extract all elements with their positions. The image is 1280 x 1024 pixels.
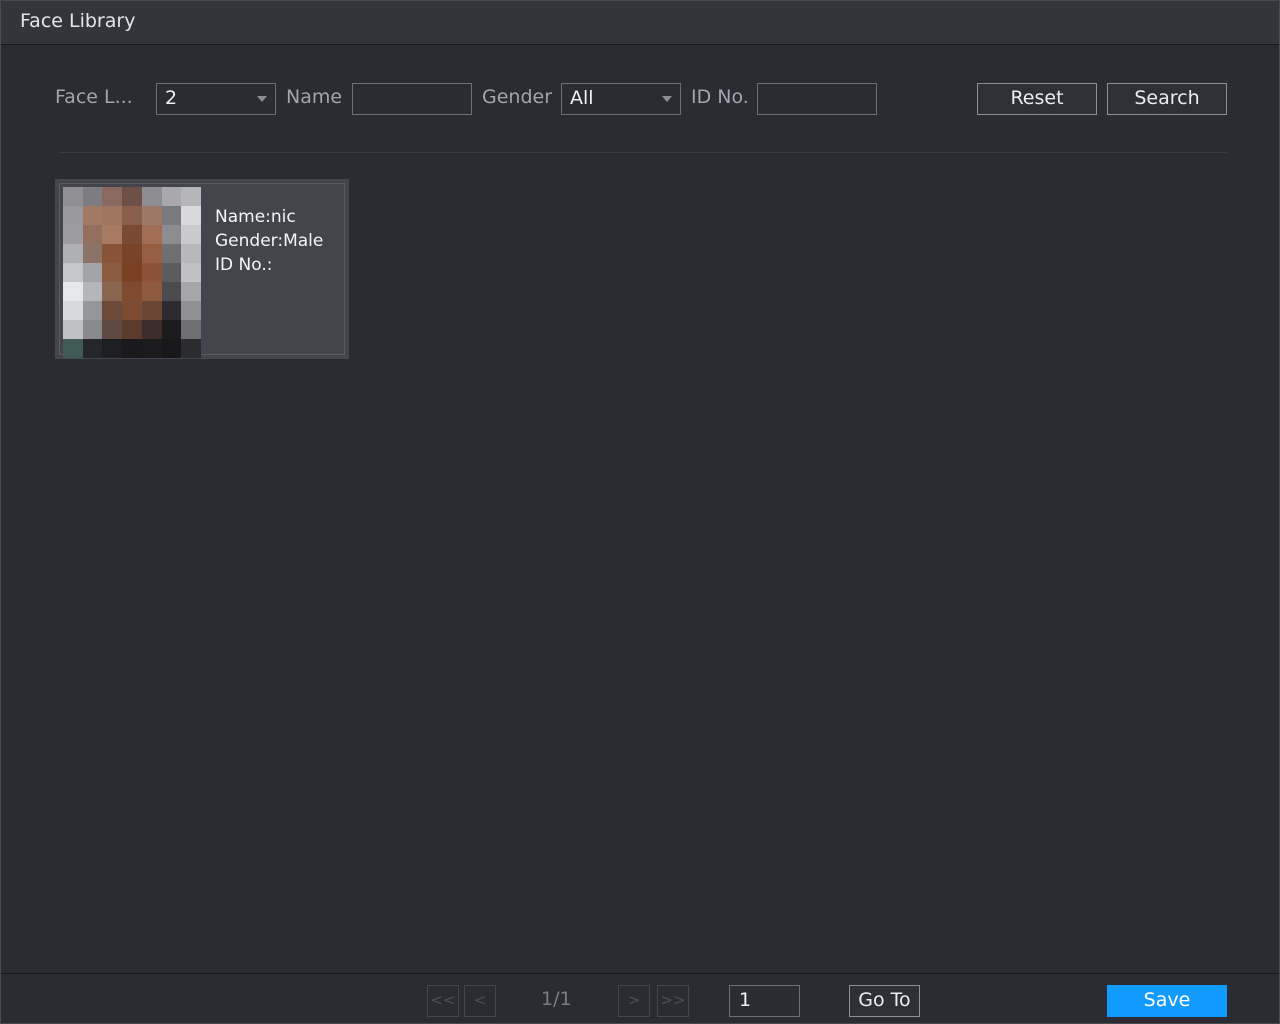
face-thumbnail-pixel	[122, 263, 142, 282]
face-thumbnail-pixel	[122, 320, 142, 339]
face-thumbnail-pixel	[161, 244, 182, 263]
face-thumbnail-pixel	[63, 187, 83, 206]
face-thumbnail-pixel	[141, 320, 162, 339]
id-number-input[interactable]	[766, 84, 876, 114]
reset-button[interactable]: Reset	[977, 83, 1097, 115]
face-thumbnail-pixel	[181, 225, 201, 244]
caret-down-icon	[662, 96, 672, 102]
face-library-select-value: 2	[165, 87, 178, 109]
face-thumbnail-pixel	[102, 301, 123, 320]
name-input[interactable]	[361, 84, 471, 114]
face-thumbnail-pixel	[141, 282, 162, 301]
face-thumbnail-pixel	[102, 187, 123, 206]
next-page-button[interactable]: >	[618, 985, 650, 1017]
face-thumbnail-pixel	[102, 244, 123, 263]
name-label: Name	[286, 86, 343, 108]
face-thumbnail	[63, 187, 201, 358]
page-number-input[interactable]: 1	[729, 985, 800, 1017]
face-thumbnail-pixel	[82, 282, 103, 301]
face-name: Name:nic	[215, 207, 296, 227]
face-thumbnail-pixel	[102, 263, 123, 282]
prev-page-button[interactable]: <	[464, 985, 496, 1017]
window-title: Face Library	[20, 10, 136, 32]
face-gender: Gender:Male	[215, 231, 324, 251]
face-thumbnail-pixel	[63, 339, 83, 358]
face-thumbnail-pixel	[161, 339, 182, 358]
face-thumbnail-pixel	[161, 206, 182, 225]
last-page-button[interactable]: >>	[657, 985, 689, 1017]
search-button[interactable]: Search	[1107, 83, 1227, 115]
face-library-select[interactable]: 2	[156, 83, 276, 115]
face-thumbnail-pixel	[161, 301, 182, 320]
face-card-info: Name:nic Gender:Male ID No.:	[215, 205, 323, 277]
face-thumbnail-pixel	[181, 244, 201, 263]
face-thumbnail-pixel	[63, 206, 83, 225]
caret-down-icon	[257, 96, 267, 102]
footer-bar: << < 1/1 > >> 1 Go To Save	[1, 973, 1279, 1023]
face-thumbnail-pixel	[141, 225, 162, 244]
face-thumbnail-pixel	[63, 263, 83, 282]
face-thumbnail-pixel	[181, 320, 201, 339]
face-thumbnail-pixel	[82, 244, 103, 263]
face-thumbnail-pixel	[63, 244, 83, 263]
face-library-window: Face Library Face L... 2 Name Gender All…	[0, 0, 1280, 1024]
face-thumbnail-pixel	[102, 225, 123, 244]
face-thumbnail-pixel	[161, 320, 182, 339]
face-thumbnail-pixel	[122, 244, 142, 263]
face-thumbnail-pixel	[122, 225, 142, 244]
gender-select-value: All	[570, 87, 594, 109]
face-thumbnail-pixel	[141, 263, 162, 282]
face-thumbnail-pixel	[63, 282, 83, 301]
face-thumbnail-pixel	[63, 225, 83, 244]
face-thumbnail-pixel	[141, 206, 162, 225]
face-thumbnail-pixel	[63, 320, 83, 339]
face-thumbnail-pixel	[63, 301, 83, 320]
title-bar: Face Library	[1, 1, 1279, 45]
face-thumbnail-pixel	[161, 263, 182, 282]
face-thumbnail-pixel	[82, 206, 103, 225]
face-thumbnail-pixel	[82, 339, 103, 358]
face-thumbnail-pixel	[161, 225, 182, 244]
goto-button[interactable]: Go To	[849, 985, 920, 1017]
face-thumbnail-pixel	[122, 301, 142, 320]
face-thumbnail-pixel	[82, 225, 103, 244]
face-thumbnail-pixel	[102, 320, 123, 339]
gender-select[interactable]: All	[561, 83, 681, 115]
face-thumbnail-pixel	[141, 301, 162, 320]
face-thumbnail-pixel	[122, 206, 142, 225]
face-thumbnail-pixel	[181, 206, 201, 225]
face-thumbnail-pixel	[122, 187, 142, 206]
face-thumbnail-pixel	[181, 339, 201, 358]
face-thumbnail-pixel	[181, 282, 201, 301]
face-card[interactable]: Name:nic Gender:Male ID No.:	[55, 179, 349, 359]
face-thumbnail-pixel	[181, 263, 201, 282]
face-thumbnail-pixel	[82, 187, 103, 206]
page-indicator: 1/1	[541, 988, 572, 1010]
save-button[interactable]: Save	[1107, 985, 1227, 1017]
face-card-inner: Name:nic Gender:Male ID No.:	[59, 183, 345, 358]
gender-label: Gender	[482, 86, 553, 108]
face-thumbnail-pixel	[141, 244, 162, 263]
face-thumbnail-pixel	[161, 187, 182, 206]
face-thumbnail-pixel	[102, 339, 123, 358]
name-field[interactable]	[352, 83, 472, 115]
face-thumbnail-pixel	[161, 282, 182, 301]
divider	[59, 152, 1227, 153]
face-id-number: ID No.:	[215, 255, 273, 275]
face-thumbnail-pixel	[141, 187, 162, 206]
id-number-field[interactable]	[757, 83, 877, 115]
id-number-label: ID No.	[691, 86, 749, 108]
face-thumbnail-pixel	[82, 320, 103, 339]
first-page-button[interactable]: <<	[427, 985, 459, 1017]
face-thumbnail-pixel	[82, 263, 103, 282]
face-thumbnail-pixel	[122, 339, 142, 358]
face-thumbnail-pixel	[141, 339, 162, 358]
face-thumbnail-pixel	[82, 301, 103, 320]
face-thumbnail-pixel	[122, 282, 142, 301]
face-library-label: Face L...	[55, 86, 133, 108]
face-thumbnail-pixel	[102, 206, 123, 225]
face-thumbnail-pixel	[181, 301, 201, 320]
face-thumbnail-pixel	[102, 282, 123, 301]
face-thumbnail-pixel	[181, 187, 201, 206]
